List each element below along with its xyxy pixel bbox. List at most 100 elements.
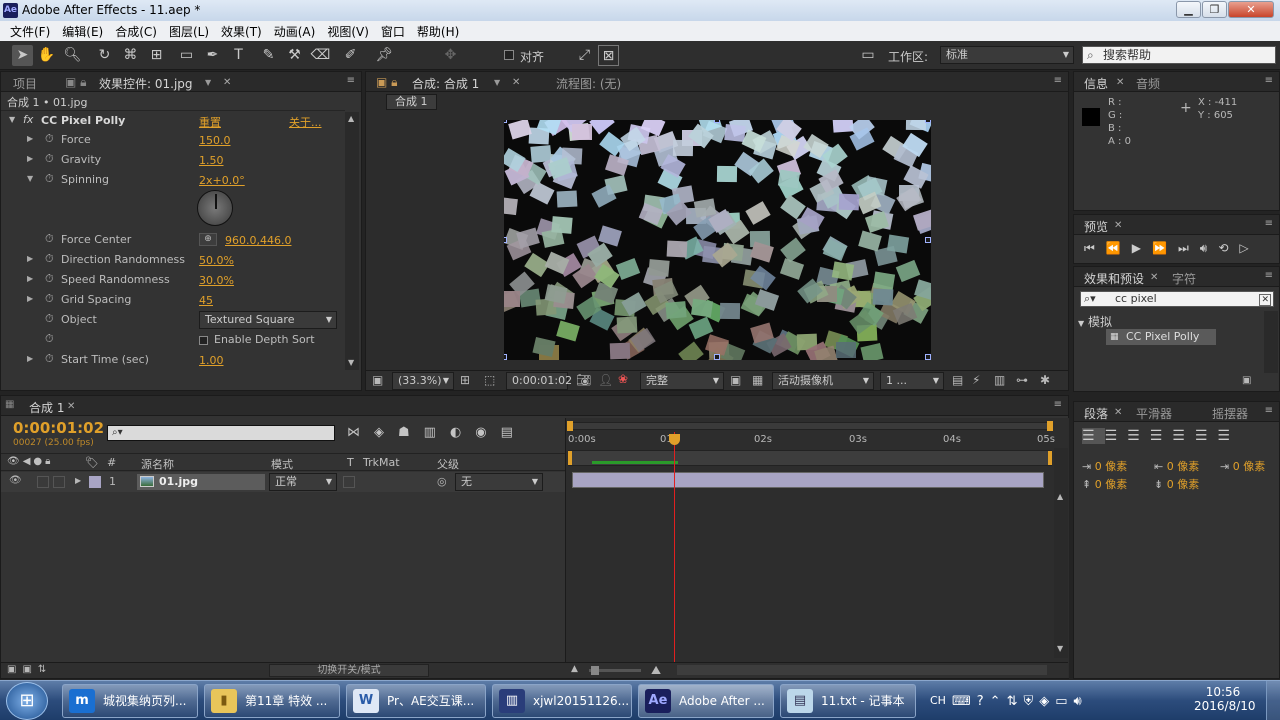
panel-menu-icon[interactable]: ≡ <box>1265 405 1273 416</box>
blend-mode-dropdown[interactable]: 正常 ▼ <box>269 473 337 491</box>
object-dropdown[interactable]: Textured Square ▼ <box>199 311 337 329</box>
menu-animation[interactable]: 动画(A) <box>268 23 322 40</box>
category-simulation[interactable]: ▼ 模拟 <box>1078 313 1112 330</box>
tab-wiggler[interactable]: 摇摆器 <box>1212 405 1248 422</box>
stopwatch-icon[interactable]: ⏱︎ <box>45 272 54 286</box>
preserve-transparency-checkbox[interactable] <box>343 476 355 488</box>
tab-composition[interactable]: 合成: 合成 1 <box>412 75 479 92</box>
label-color-swatch[interactable] <box>89 476 101 488</box>
mask-visibility-icon[interactable]: ⬚ <box>484 373 495 387</box>
stopwatch-icon[interactable]: ⏱︎ <box>45 152 54 166</box>
hand-tool-icon[interactable]: ✋ <box>36 45 57 66</box>
expand-triangle-icon[interactable]: ▶ <box>75 476 81 485</box>
expand-triangle-icon[interactable]: ▼ <box>9 115 15 124</box>
views-dropdown[interactable]: 1 ... ▼ <box>880 372 944 390</box>
play-icon[interactable]: ▶ <box>1132 241 1152 255</box>
zoom-out-icon[interactable]: ▲ <box>571 664 578 674</box>
snap-checkbox[interactable] <box>504 50 514 63</box>
playhead-marker[interactable] <box>669 434 680 445</box>
taskbar-item-notepad[interactable]: ▤ 11.txt - 记事本 <box>780 684 916 718</box>
menu-composition[interactable]: 合成(C) <box>109 23 163 40</box>
justify-left-icon[interactable]: ☰ <box>1150 428 1173 444</box>
start-button[interactable]: ⊞ <box>6 682 48 720</box>
expand-triangle-icon[interactable]: ▶ <box>27 254 33 263</box>
first-frame-icon[interactable]: ⏮ <box>1084 241 1106 255</box>
space-before[interactable]: ⇞ 0 像素 <box>1082 476 1127 492</box>
timeline-timecode[interactable]: 0:00:01:02 <box>13 419 104 437</box>
tab-smoother[interactable]: 平滑器 <box>1136 405 1172 422</box>
justify-right-icon[interactable]: ☰ <box>1195 428 1218 444</box>
pan-behind-tool-icon[interactable]: ⊞ <box>146 45 167 66</box>
work-area-end[interactable] <box>1048 451 1052 465</box>
timeline-icon[interactable]: ▥ <box>994 373 1005 387</box>
tab-timeline-comp[interactable]: 合成 1 <box>29 399 64 416</box>
panel-menu-icon[interactable]: ≡ <box>1054 75 1062 86</box>
close-tab-icon[interactable]: ✕ <box>67 401 75 412</box>
indent-first[interactable]: ⇥ 0 像素 <box>1220 458 1265 474</box>
resolution-dropdown[interactable]: 完整 ▼ <box>640 372 724 390</box>
angle-dial[interactable] <box>197 190 233 226</box>
last-frame-icon[interactable]: ⏭ <box>1178 241 1200 255</box>
timeline-hscroll[interactable] <box>677 665 1047 675</box>
eraser-tool-icon[interactable]: ⌫ <box>310 45 331 66</box>
close-tab-icon[interactable]: ✕ <box>1114 407 1122 418</box>
stopwatch-icon[interactable]: ⏱︎ <box>45 332 54 346</box>
taskbar-item-word[interactable]: W Pr、AE交互课... <box>346 684 486 718</box>
expand-triangle-icon[interactable]: ▶ <box>27 354 33 363</box>
close-tab-icon[interactable]: ✕ <box>1150 272 1158 283</box>
graph-editor-icon[interactable]: ◉ <box>475 425 500 440</box>
clone-stamp-tool-icon[interactable]: ⚒ <box>284 45 305 66</box>
prop-value[interactable]: 50.0% <box>199 254 234 267</box>
indent-left[interactable]: ⇥ 0 像素 <box>1082 458 1127 474</box>
prop-value[interactable]: 1.00 <box>199 354 224 367</box>
audio-icon[interactable]: 🔊︎ <box>1200 241 1219 255</box>
rotate-tool-icon[interactable]: ↻ <box>94 45 115 66</box>
selection-tool-icon[interactable]: ➤ <box>12 45 33 66</box>
align-right-icon[interactable]: ☰ <box>1127 428 1150 444</box>
tab-dropdown-icon[interactable]: ▼ <box>205 78 211 87</box>
reset-link[interactable]: 重置 <box>199 114 221 130</box>
scroll-down-icon[interactable]: ▼ <box>1057 644 1063 653</box>
camera-dropdown[interactable]: 活动摄像机 ▼ <box>772 372 874 390</box>
layer-bounding-handle[interactable] <box>925 120 931 123</box>
expand-triangle-icon[interactable]: ▶ <box>27 134 33 143</box>
panel-menu-icon[interactable]: ≡ <box>1265 270 1273 281</box>
transparency-grid-icon[interactable]: ▦ <box>752 373 763 387</box>
zoom-in-icon[interactable]: ⛰ <box>651 663 661 678</box>
workspace-dropdown[interactable]: 标准 ▼ <box>940 46 1074 64</box>
rectangle-tool-icon[interactable]: ▭ <box>176 45 197 66</box>
comp-navigator-button[interactable]: 合成 1 <box>386 94 437 110</box>
layer-bounding-handle[interactable] <box>714 120 720 123</box>
draft-3d-icon[interactable]: ◈ <box>374 425 398 440</box>
column-source-name[interactable]: 源名称 <box>141 456 174 472</box>
effects-scrollbar[interactable] <box>1264 311 1278 373</box>
prop-value[interactable]: 150.0 <box>199 134 231 147</box>
expand-triangle-icon[interactable]: ▶ <box>27 274 33 283</box>
close-tab-icon[interactable]: ✕ <box>512 77 520 88</box>
scroll-up-icon[interactable]: ▲ <box>348 114 354 123</box>
brainstorm-icon[interactable]: ▤ <box>501 425 527 440</box>
space-after[interactable]: ⇟ 0 像素 <box>1154 476 1199 492</box>
shy-layers-icon[interactable]: ☗ <box>398 425 424 440</box>
panel-menu-icon[interactable]: ≡ <box>347 75 355 86</box>
close-button[interactable]: ✕ <box>1228 1 1274 18</box>
security-icon[interactable]: ⛨ <box>1023 694 1039 709</box>
layer-name[interactable]: 01.jpg <box>137 474 265 490</box>
stopwatch-icon[interactable]: ⏱︎ <box>45 312 54 326</box>
scroll-down-icon[interactable]: ▼ <box>348 358 354 367</box>
stopwatch-icon[interactable]: ⏱︎ <box>45 132 54 146</box>
time-graph[interactable]: 0:00s 01s 02s 03s 04s 05s ▲ ▼ <box>565 418 1069 678</box>
flowchart-icon[interactable]: ⊶ <box>1016 373 1028 387</box>
prop-value[interactable]: 30.0% <box>199 274 234 287</box>
time-ruler[interactable]: 0:00s 01s 02s 03s 04s 05s <box>566 432 1055 448</box>
zoom-tool-icon[interactable]: 🔍︎ <box>62 45 83 66</box>
roi-icon[interactable]: ▣ <box>730 373 741 387</box>
tab-flowchart[interactable]: 流程图: (无) <box>556 75 621 92</box>
loop-icon[interactable]: ⟲ <box>1218 241 1239 255</box>
menu-file[interactable]: 文件(F) <box>4 23 56 40</box>
tab-paragraph[interactable]: 段落 <box>1084 405 1108 422</box>
align-left-icon[interactable]: ☰ <box>1082 428 1105 444</box>
snap-options-icon[interactable]: ⊠ <box>598 45 619 66</box>
snapshot-icon[interactable]: 📷︎ <box>576 373 591 387</box>
ram-preview-icon[interactable]: ▷ <box>1239 241 1259 255</box>
